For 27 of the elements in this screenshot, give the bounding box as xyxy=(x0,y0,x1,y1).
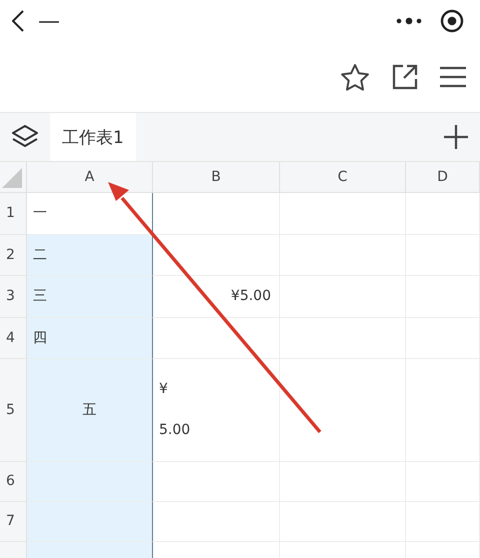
table-cell: ¥5.00 xyxy=(153,276,280,318)
column-header[interactable]: C xyxy=(280,162,406,193)
record-icon[interactable] xyxy=(440,9,464,33)
row-header[interactable]: 4 xyxy=(0,318,27,360)
share-icon[interactable] xyxy=(392,64,418,90)
table-cell: 四 xyxy=(27,318,153,360)
row-header[interactable]: 6 xyxy=(0,462,27,502)
row-header[interactable]: 5 xyxy=(0,359,27,462)
sheet-tab[interactable]: 工作表1 xyxy=(50,113,136,161)
row-header[interactable]: 3 xyxy=(0,276,27,318)
table-cell: ¥ 5.00 xyxy=(153,359,280,462)
column-header[interactable]: D xyxy=(406,162,480,193)
more-icon[interactable] xyxy=(396,17,422,25)
table-cell: 三 xyxy=(27,276,153,318)
menu-icon[interactable] xyxy=(440,66,466,88)
add-icon[interactable] xyxy=(444,125,468,149)
column-header[interactable]: B xyxy=(153,162,280,193)
back-icon[interactable] xyxy=(12,10,24,32)
page-title: — xyxy=(38,8,60,34)
layers-icon[interactable] xyxy=(10,124,40,150)
table-cell: 二 xyxy=(27,234,153,276)
star-icon[interactable] xyxy=(340,62,370,92)
table-cell: 五 xyxy=(27,359,153,462)
row-header[interactable]: 7 xyxy=(0,502,27,542)
row-header[interactable]: 2 xyxy=(0,234,27,276)
column-header[interactable]: A xyxy=(27,162,153,193)
row-header[interactable]: 1 xyxy=(0,193,27,235)
